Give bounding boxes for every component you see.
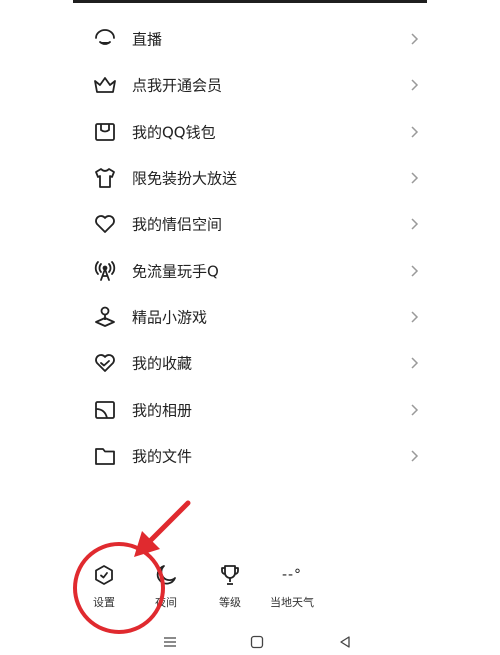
drawer-menu: 直播 点我开通会员 我的QQ钱包 限免装扮大放送 我的情侣空间 免流量玩手Q 精… <box>0 16 500 479</box>
weather-value: --° <box>281 567 303 583</box>
joystick-icon <box>92 304 118 330</box>
chevron-right-icon <box>411 450 419 462</box>
menu-item-label: 限免装扮大放送 <box>132 169 238 188</box>
chevron-right-icon <box>411 218 419 230</box>
menu-item-wallet[interactable]: 我的QQ钱包 <box>0 109 500 155</box>
menu-item-label: 我的情侣空间 <box>132 215 223 234</box>
menu-item-label: 点我开通会员 <box>132 76 223 95</box>
chevron-right-icon <box>411 265 419 277</box>
chevron-right-icon <box>411 172 419 184</box>
menu-item-label: 我的收藏 <box>132 354 193 373</box>
folder-icon <box>92 443 118 469</box>
hamburger-icon <box>164 637 176 647</box>
heart-icon <box>92 211 118 237</box>
chevron-right-icon <box>411 126 419 138</box>
top-divider <box>73 0 427 3</box>
tshirt-icon <box>92 165 118 191</box>
back-triangle-icon <box>340 636 350 648</box>
favorite-heart-icon <box>92 350 118 376</box>
menu-item-favorites[interactable]: 我的收藏 <box>0 340 500 386</box>
menu-item-couple-space[interactable]: 我的情侣空间 <box>0 201 500 247</box>
menu-item-mini-games[interactable]: 精品小游戏 <box>0 294 500 340</box>
menu-item-label: 我的相册 <box>132 401 193 420</box>
menu-item-label: 我的文件 <box>132 447 193 466</box>
chevron-right-icon <box>411 357 419 369</box>
chevron-right-icon <box>411 79 419 91</box>
trophy-icon <box>221 565 239 585</box>
system-nav-bar <box>0 630 500 655</box>
album-icon <box>92 397 118 423</box>
menu-item-files[interactable]: 我的文件 <box>0 433 500 479</box>
home-nav-button[interactable] <box>245 632 269 652</box>
live-icon <box>92 26 118 52</box>
menu-item-live[interactable]: 直播 <box>0 16 500 62</box>
crown-icon <box>92 72 118 98</box>
menu-item-outfit[interactable]: 限免装扮大放送 <box>0 155 500 201</box>
level-button[interactable]: 等级 <box>200 560 260 610</box>
annotation-arrow <box>134 500 191 557</box>
menu-item-album[interactable]: 我的相册 <box>0 386 500 432</box>
weather-button[interactable]: --° 当地天气 <box>262 560 322 610</box>
menu-item-label: 免流量玩手Q <box>132 262 219 281</box>
weather-label: 当地天气 <box>270 596 314 609</box>
wallet-icon <box>92 119 118 145</box>
menu-item-vip[interactable]: 点我开通会员 <box>0 62 500 108</box>
menu-item-label: 直播 <box>132 30 163 49</box>
chevron-right-icon <box>411 403 419 416</box>
chevron-right-icon <box>411 311 419 323</box>
home-square-icon <box>250 635 264 649</box>
signal-tower-icon <box>92 258 118 284</box>
level-label: 等级 <box>219 596 241 609</box>
chevron-right-icon <box>411 33 419 45</box>
menu-item-label: 我的QQ钱包 <box>132 123 216 142</box>
menu-item-free-data[interactable]: 免流量玩手Q <box>0 247 500 293</box>
menu-item-label: 精品小游戏 <box>132 308 208 327</box>
menu-nav-button[interactable] <box>158 632 182 652</box>
back-nav-button[interactable] <box>333 632 357 652</box>
